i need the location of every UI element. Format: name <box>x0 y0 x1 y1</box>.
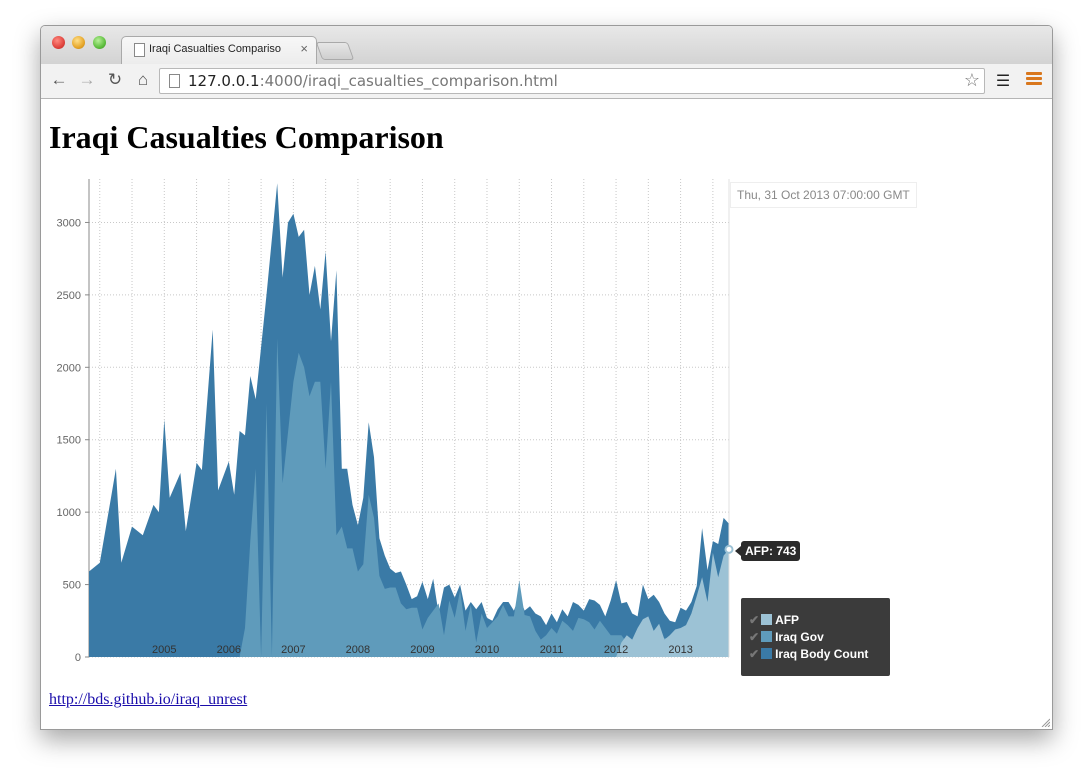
browser-toolbar: ← → ↻ ⌂ 127.0.0.1:4000/iraqi_casualties_… <box>41 64 1052 99</box>
x-tick-label: 2013 <box>668 644 692 656</box>
y-tick-label: 2500 <box>57 290 81 302</box>
x-tick-label: 2008 <box>346 644 370 656</box>
page-content: Iraqi Casualties Comparison 0 500 1000 1500… <box>41 99 1052 729</box>
legend-item-iraq-gov[interactable]: ✔ Iraq Gov <box>749 629 824 645</box>
hover-dot-afp <box>724 544 734 554</box>
browser-window: Iraqi Casualties Compariso × ← → ↻ ⌂ 127… <box>40 25 1053 730</box>
browser-tab[interactable]: Iraqi Casualties Compariso × <box>121 36 317 65</box>
x-tick-label: 2009 <box>410 644 434 656</box>
x-tick-label: 2005 <box>152 644 176 656</box>
address-bar[interactable]: 127.0.0.1:4000/iraqi_casualties_comparis… <box>159 68 985 94</box>
y-tick-label: 0 <box>75 652 81 664</box>
y-tick-label: 1000 <box>57 507 81 519</box>
x-tick-label: 2010 <box>475 644 499 656</box>
zoom-window-button[interactable] <box>93 36 106 49</box>
layers-extension-icon[interactable]: ☰ <box>993 72 1013 92</box>
tab-close-icon[interactable]: × <box>300 41 308 56</box>
new-tab-button[interactable] <box>315 42 355 60</box>
chrome-menu-icon[interactable] <box>1026 72 1042 88</box>
resize-grip-icon[interactable] <box>1040 717 1050 727</box>
y-tick-label: 1500 <box>57 435 81 447</box>
page-icon <box>169 74 180 88</box>
bookmark-star-icon[interactable]: ☆ <box>964 70 980 91</box>
y-tick-label: 500 <box>63 580 81 592</box>
url-path: :4000/iraqi_casualties_comparison.html <box>259 72 558 90</box>
legend-item-iraq-body-count[interactable]: ✔ Iraq Body Count <box>749 646 868 662</box>
check-icon: ✔ <box>749 630 760 644</box>
x-tick-label: 2006 <box>217 644 241 656</box>
x-tick-label: 2012 <box>604 644 628 656</box>
close-window-button[interactable] <box>52 36 65 49</box>
forward-arrow-icon[interactable]: → <box>77 70 97 90</box>
url-text[interactable]: 127.0.0.1:4000/iraqi_casualties_comparis… <box>188 72 558 90</box>
legend-label-afp: AFP <box>775 613 800 627</box>
y-tick-label: 3000 <box>57 217 81 229</box>
legend-swatch-iraq-body-count <box>761 648 773 659</box>
minimize-window-button[interactable] <box>72 36 85 49</box>
legend-label-iraq-gov: Iraq Gov <box>775 630 824 644</box>
footer-link[interactable]: http://bds.github.io/iraq_unrest <box>49 691 247 709</box>
y-tick-label: 2000 <box>57 362 81 374</box>
url-host: 127.0.0.1 <box>188 72 260 90</box>
page-icon <box>134 43 145 57</box>
area-afp <box>616 549 729 657</box>
x-tick-label: 2007 <box>281 644 305 656</box>
afp-value-tooltip: AFP: 743 <box>734 541 801 561</box>
legend-item-afp[interactable]: ✔ AFP <box>749 612 799 628</box>
home-icon[interactable]: ⌂ <box>133 70 153 90</box>
x-tick-label: 2011 <box>540 644 564 656</box>
reload-icon[interactable]: ↻ <box>105 70 125 90</box>
check-icon: ✔ <box>749 647 760 661</box>
title-bar: Iraqi Casualties Compariso × <box>41 26 1052 65</box>
legend-label-iraq-body-count: Iraq Body Count <box>775 647 869 661</box>
hover-date-label: Thu, 31 Oct 2013 07:00:00 GMT <box>730 182 917 208</box>
legend-swatch-iraq-gov <box>761 631 773 642</box>
tab-title: Iraqi Casualties Compariso <box>149 43 282 55</box>
chart-legend: ✔ AFP ✔ Iraq Gov ✔ Iraq Body Count <box>741 598 890 676</box>
back-arrow-icon[interactable]: ← <box>49 70 69 90</box>
check-icon: ✔ <box>749 613 760 627</box>
legend-swatch-afp <box>761 614 773 625</box>
area-iraq-body-count <box>89 183 729 658</box>
